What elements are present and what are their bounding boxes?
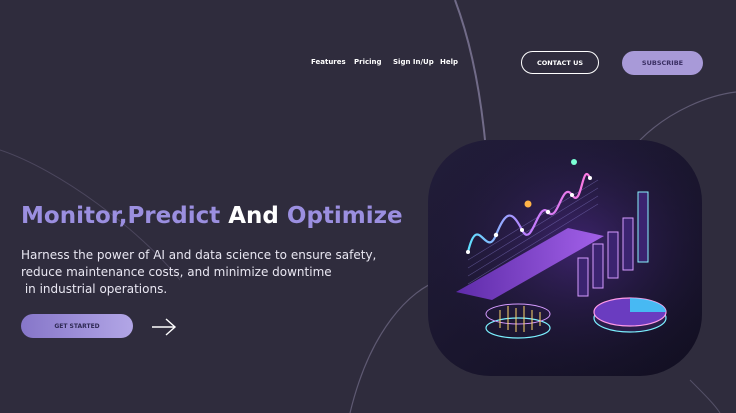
nav-link-help[interactable]: Help [440, 58, 458, 66]
nav-link-sign-in-up[interactable]: Sign In/Up [393, 58, 434, 66]
subscribe-button[interactable]: SUBSCRIBE [622, 51, 703, 75]
nav-link-pricing[interactable]: Pricing [354, 58, 382, 66]
headline-part-and: And [228, 203, 287, 229]
hero-headline: Monitor,Predict And Optimize [21, 203, 403, 229]
get-started-button[interactable]: GET STARTED [21, 314, 133, 338]
subtext-line: Harness the power of AI and data science… [21, 248, 377, 262]
contact-us-button[interactable]: CONTACT US [521, 51, 599, 74]
hero-subtext: Harness the power of AI and data science… [21, 247, 391, 298]
subtext-line: in industrial operations. [21, 282, 168, 296]
arrow-right-icon[interactable] [151, 318, 177, 336]
analytics-chart-illustration [428, 140, 702, 376]
headline-part-optimize: Optimize [286, 203, 403, 229]
subtext-line: reduce maintenance costs, and minimize d… [21, 265, 332, 279]
nav-link-features[interactable]: Features [311, 58, 346, 66]
headline-part-monitor-predict: Monitor,Predict [21, 203, 229, 229]
